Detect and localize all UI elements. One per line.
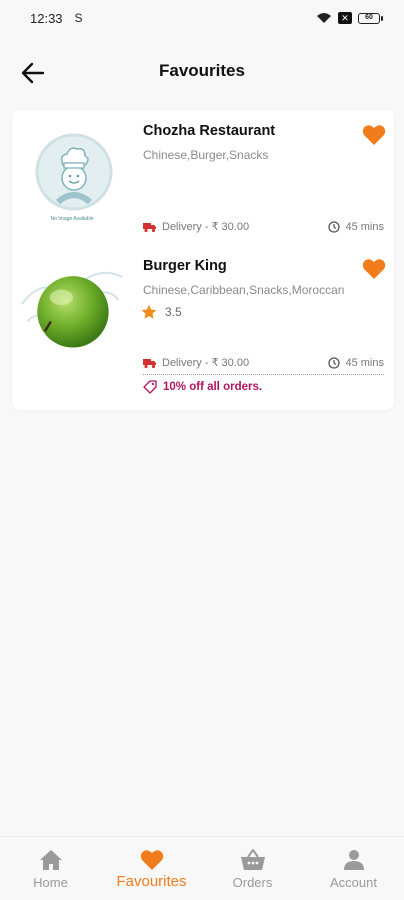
status-time: 12:33 — [30, 10, 63, 26]
basket-icon — [240, 849, 265, 870]
delivery-time: 45 mins — [328, 357, 384, 369]
delivery-truck-icon — [143, 358, 156, 368]
rating-value: 3.5 — [165, 305, 182, 319]
favourite-toggle-button[interactable] — [362, 258, 388, 282]
app-header: Favourites — [0, 36, 404, 108]
delivery-truck-icon — [143, 222, 156, 232]
delivery-fee-text: Delivery - ₹ 30.00 — [162, 357, 250, 369]
delivery-time-text: 45 mins — [345, 220, 384, 233]
nav-home-label: Home — [33, 875, 68, 890]
restaurant-image — [18, 254, 126, 362]
offer-text: 10% off all orders. — [163, 381, 263, 393]
favourites-list: No Image Available Chozha Restaurant Chi… — [12, 110, 394, 410]
heart-filled-icon — [362, 125, 386, 145]
heart-filled-icon — [362, 259, 386, 279]
no-sim-icon: ✕ — [338, 12, 352, 24]
tag-icon — [143, 380, 157, 394]
restaurant-name: Burger King — [143, 258, 227, 274]
battery-icon: 60 — [358, 12, 383, 24]
person-icon — [343, 850, 364, 870]
image-caption: No Image Available — [50, 216, 94, 222]
bottom-navigation: Home Favourites Orders Account — [0, 836, 404, 900]
restaurant-cuisines: Chinese,Caribbean,Snacks,Moroccan — [143, 283, 345, 297]
delivery-time: 45 mins — [328, 221, 384, 233]
offer-badge: 10% off all orders. — [143, 380, 262, 394]
nav-favourites-label: Favourites — [116, 873, 187, 890]
green-apple-image — [21, 271, 123, 348]
nav-home[interactable]: Home — [0, 837, 101, 900]
star-icon — [141, 304, 157, 319]
clock-icon — [328, 220, 341, 233]
heart-icon — [140, 850, 163, 870]
nav-favourites[interactable]: Favourites — [101, 837, 202, 900]
delivery-info-row: Delivery - ₹ 30.00 45 mins — [143, 220, 384, 233]
restaurant-name: Chozha Restaurant — [143, 123, 276, 139]
nav-account-label: Account — [330, 875, 377, 890]
offer-divider — [143, 374, 384, 375]
restaurant-image-placeholder: No Image Available — [18, 124, 126, 232]
chef-placeholder-icon — [35, 133, 113, 211]
delivery-fee: Delivery - ₹ 30.00 — [143, 356, 249, 369]
favourite-toggle-button[interactable] — [362, 124, 388, 148]
delivery-info-row: Delivery - ₹ 30.00 45 mins — [143, 356, 384, 369]
favourite-item-chozha-restaurant[interactable]: No Image Available Chozha Restaurant Chi… — [12, 110, 394, 240]
nav-account[interactable]: Account — [303, 837, 404, 900]
delivery-fee-text: Delivery - ₹ 30.00 — [162, 221, 250, 233]
status-bar: 12:33 S ✕ 60 — [0, 0, 404, 36]
home-icon — [39, 850, 62, 870]
favourite-item-burger-king[interactable]: Burger King Chinese,Caribbean,Snacks,Mor… — [12, 246, 394, 406]
status-right: ✕ 60 — [316, 12, 383, 24]
restaurant-rating: 3.5 — [141, 304, 182, 320]
page-title: Favourites — [159, 61, 245, 80]
nav-orders[interactable]: Orders — [202, 837, 303, 900]
clock-icon — [328, 356, 341, 369]
nav-orders-label: Orders — [232, 875, 273, 890]
restaurant-cuisines: Chinese,Burger,Snacks — [143, 148, 269, 162]
sim-indicator: S — [74, 11, 83, 25]
wifi-icon — [317, 13, 331, 23]
status-left: 12:33 S — [30, 11, 83, 26]
delivery-time-text: 45 mins — [345, 356, 384, 369]
delivery-fee: Delivery - ₹ 30.00 — [143, 220, 249, 233]
